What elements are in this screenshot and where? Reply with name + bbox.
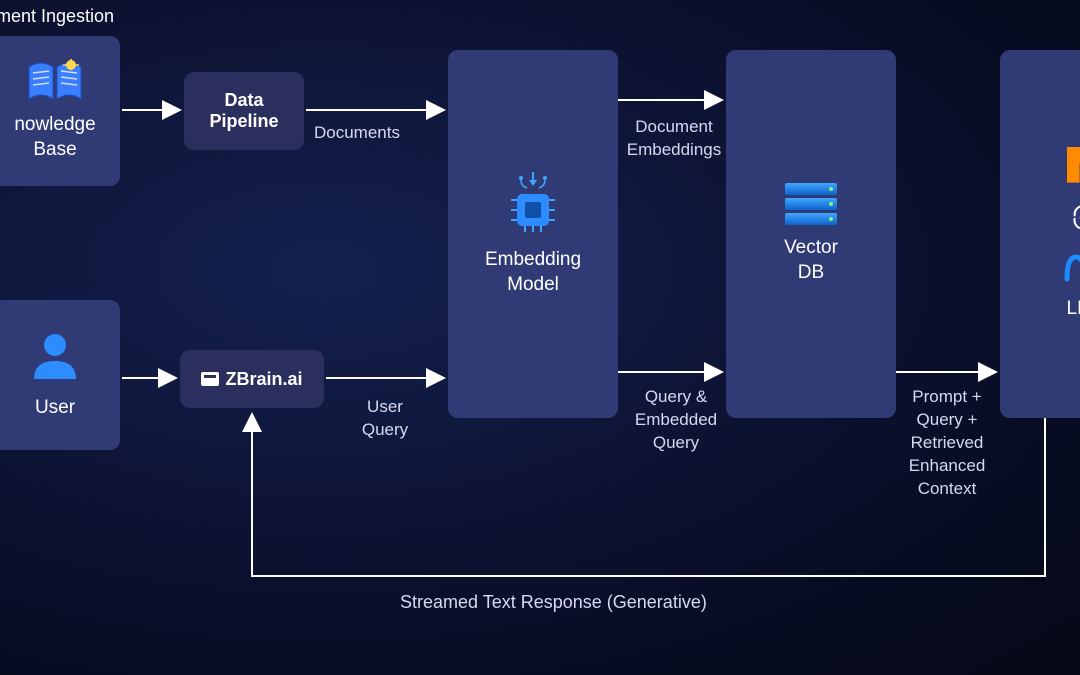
book-icon <box>25 59 85 105</box>
kb-label: nowledge Base <box>14 113 95 162</box>
edge-documents: Documents <box>314 122 400 145</box>
edge-doc-embeddings: Document Embeddings <box>624 116 724 162</box>
zbrain-logo: ZBrain.ai <box>201 369 302 390</box>
pipeline-label: Data Pipeline <box>209 90 278 132</box>
llm-icon-stack <box>1064 147 1080 283</box>
edge-prompt-context: Prompt + Query + Retrieved Enhanced Cont… <box>900 386 994 501</box>
openai-icon <box>1068 201 1080 235</box>
vector-label: Vector DB <box>784 236 838 285</box>
zbrain-icon <box>201 372 219 386</box>
llm-label: LLM <box>1067 297 1080 322</box>
node-llm: LLM <box>1000 50 1080 418</box>
meta-icon <box>1064 253 1080 283</box>
mistral-icon <box>1067 147 1080 183</box>
node-vector-db: Vector DB <box>726 50 896 418</box>
edge-user-query: User Query <box>350 396 420 442</box>
node-data-pipeline: Data Pipeline <box>184 72 304 150</box>
user-label: User <box>35 396 75 421</box>
database-icon <box>785 183 837 228</box>
embedding-label: Embedding Model <box>485 248 581 297</box>
chip-icon <box>503 170 563 240</box>
node-knowledge-base: nowledge Base <box>0 36 120 186</box>
node-embedding-model: Embedding Model <box>448 50 618 418</box>
edge-streamed-response: Streamed Text Response (Generative) <box>400 590 707 614</box>
zbrain-label: ZBrain.ai <box>225 369 302 390</box>
node-user: User <box>0 300 120 450</box>
node-zbrain: ZBrain.ai <box>180 350 324 408</box>
edge-query-embedded: Query & Embedded Query <box>626 386 726 455</box>
user-icon <box>28 329 82 388</box>
section-title-ingestion: ment Ingestion <box>0 6 114 27</box>
